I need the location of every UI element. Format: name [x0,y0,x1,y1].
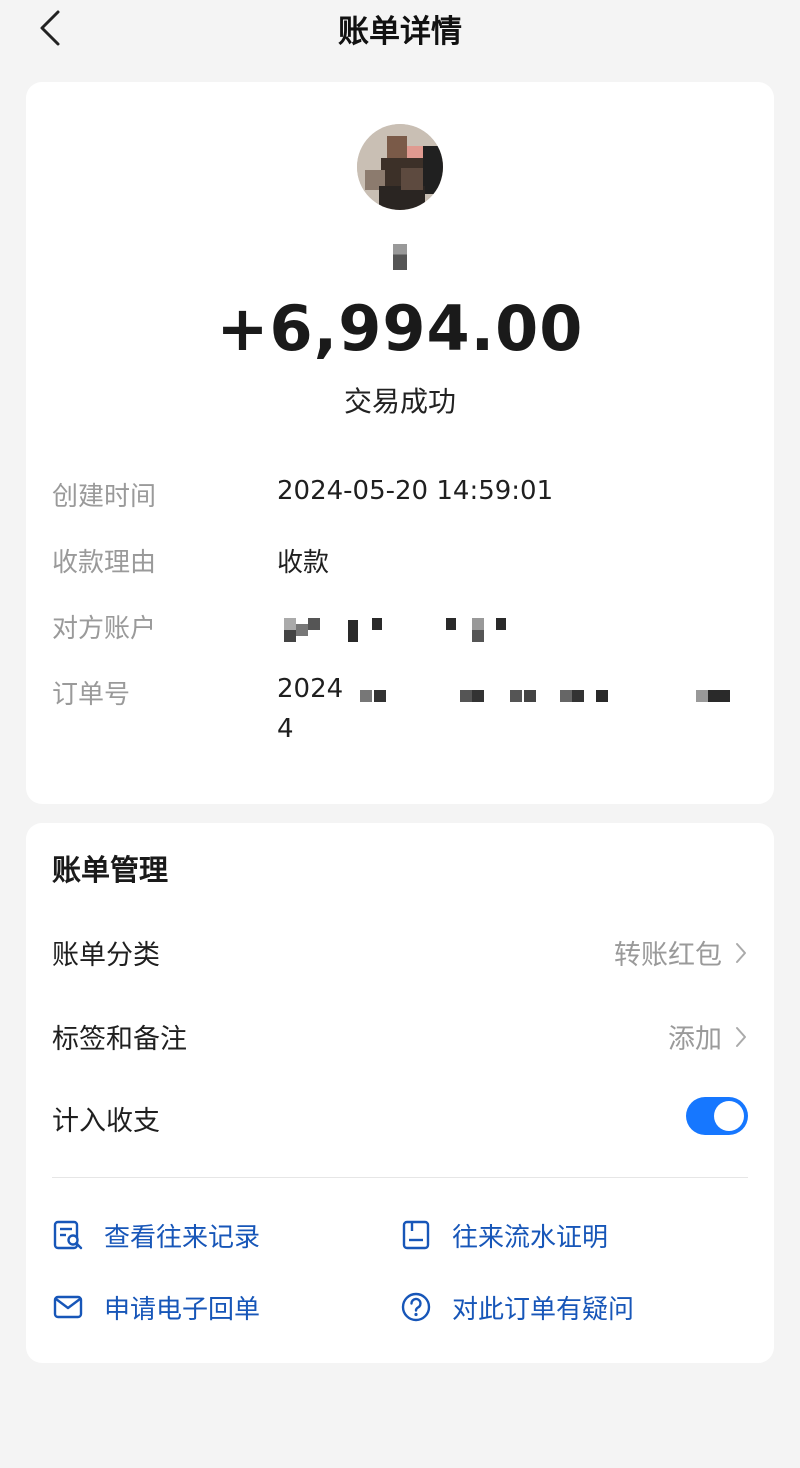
toggle-knob [714,1101,744,1131]
avatar[interactable] [357,124,443,210]
include-in-ledger-toggle[interactable] [686,1097,748,1135]
order-number-suffix: 4 [277,714,294,744]
row-label: 账单分类 [52,940,160,971]
order-number-prefix: 2024 [277,674,344,704]
transaction-amount: +6,994.00 [216,292,584,365]
bill-category-row[interactable]: 账单分类 转账红包 [52,923,748,979]
view-records-link[interactable]: 查看往来记录 [52,1215,260,1255]
question-icon [401,1292,431,1322]
include-in-ledger-row: 计入收支 [52,1089,748,1145]
records-search-icon [53,1220,83,1250]
detail-label: 收款理由 [52,548,157,578]
tags-notes-row[interactable]: 标签和备注 添加 [52,1007,748,1063]
header-bar: 账单详情 [0,0,800,56]
detail-row-order-number: 订单号 2024 4 [52,674,748,754]
row-value-group: 转账红包 [614,933,748,972]
divider [52,1177,748,1178]
payee-name-redacted [26,244,774,274]
order-question-link[interactable]: 对此订单有疑问 [400,1287,634,1327]
row-value-group: 添加 [668,1017,748,1056]
chevron-right-icon [736,942,746,963]
row-label: 计入收支 [52,1106,160,1137]
section-title: 账单管理 [52,853,169,887]
action-label: 往来流水证明 [452,1222,609,1253]
statement-icon [402,1220,430,1250]
chevron-right-icon [736,1026,746,1047]
row-label: 标签和备注 [52,1024,187,1055]
detail-value: 2024-05-20 14:59:01 [277,476,554,506]
transaction-status: 交易成功 [343,385,456,418]
detail-label: 创建时间 [52,482,157,512]
transaction-card: +6,994.00 交易成功 创建时间 2024-05-20 14:59:01 … [26,82,774,804]
page-title: 账单详情 [338,14,462,50]
detail-value: 收款 [277,548,330,578]
row-value: 转账红包 [614,940,722,971]
e-receipt-link[interactable]: 申请电子回单 [52,1287,260,1327]
action-label: 申请电子回单 [104,1294,261,1325]
bill-management-card: 账单管理 账单分类 转账红包 标签和备注 添加 计入收支 查看往来记录 往来流水… [26,823,774,1363]
action-label: 查看往来记录 [104,1222,261,1253]
statement-proof-link[interactable]: 往来流水证明 [400,1215,608,1255]
action-label: 对此订单有疑问 [452,1294,635,1325]
row-value: 添加 [668,1024,722,1055]
counterparty-redacted [284,618,524,642]
detail-label: 订单号 [52,680,131,710]
order-number-redacted [360,690,740,702]
mail-icon [53,1295,83,1319]
detail-label: 对方账户 [52,614,157,644]
